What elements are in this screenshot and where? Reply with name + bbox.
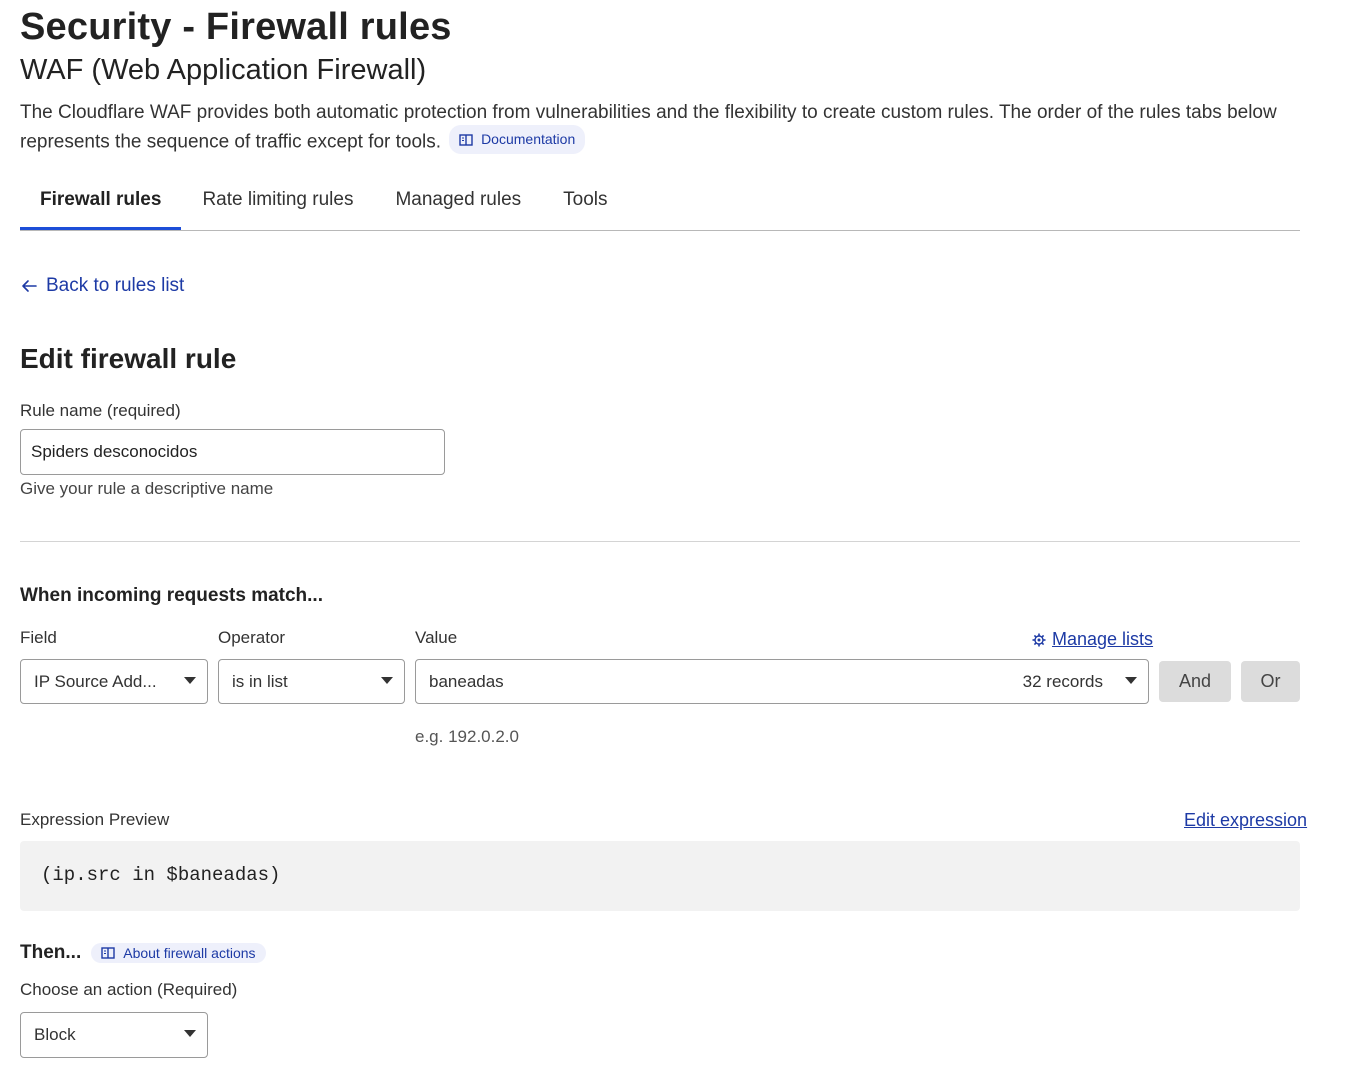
gear-icon [1032,633,1046,646]
description-text: The Cloudflare WAF provides both automat… [20,102,1277,153]
value-select-value: baneadas [429,671,504,691]
documentation-label: Documentation [481,131,576,147]
rule-name-input[interactable] [20,429,445,475]
action-select[interactable]: Block [20,1012,208,1058]
form-title: Edit firewall rule [20,343,237,374]
then-header: Then... About firewall actions [20,942,266,964]
value-select[interactable]: baneadas 32 records [415,659,1149,704]
page-subtitle: WAF (Web Application Firewall) [20,54,427,86]
edit-expression-link[interactable]: Edit expression [1184,810,1307,831]
manage-lists-link[interactable]: Manage lists [1032,629,1153,650]
chevron-down-icon [184,677,196,684]
documentation-link[interactable]: Documentation [449,125,586,154]
rule-name-label: Rule name (required) [20,401,181,420]
divider [20,541,1300,542]
book-icon [459,133,473,146]
value-hint: e.g. 192.0.2.0 [415,727,519,746]
operator-select[interactable]: is in list [218,659,405,704]
tab-firewall-rules[interactable]: Firewall rules [20,180,182,230]
expression-preview-label: Expression Preview [20,810,170,829]
field-label: Field [20,628,57,647]
chevron-down-icon [184,1030,196,1037]
value-label: Value [415,628,458,647]
tab-rate-limiting-rules[interactable]: Rate limiting rules [181,180,374,230]
action-select-value: Block [34,1025,76,1044]
about-firewall-actions-link[interactable]: About firewall actions [91,943,266,963]
page-title: Security - Firewall rules [20,6,452,48]
page-description: The Cloudflare WAF provides both automat… [20,100,1310,155]
chevron-down-icon [1125,677,1137,684]
action-label: Choose an action (Required) [20,980,238,999]
tab-tools[interactable]: Tools [542,180,628,230]
or-button[interactable]: Or [1241,661,1300,702]
book-icon [101,947,115,959]
and-button[interactable]: And [1159,661,1231,702]
operator-label: Operator [218,628,286,647]
about-firewall-actions-label: About firewall actions [123,945,256,961]
chevron-down-icon [381,677,393,684]
back-link-label: Back to rules list [46,275,185,296]
tab-managed-rules[interactable]: Managed rules [374,180,542,230]
back-to-rules-link[interactable]: Back to rules list [20,275,184,297]
field-select-value: IP Source Add... [34,671,157,691]
tab-bar: Firewall rules Rate limiting rules Manag… [20,180,1300,231]
then-heading: Then... [20,942,82,963]
match-heading: When incoming requests match... [20,585,323,606]
manage-lists-label: Manage lists [1052,629,1154,649]
value-record-count: 32 records [1022,671,1103,691]
rule-name-hint: Give your rule a descriptive name [20,479,274,498]
operator-select-value: is in list [232,671,288,691]
arrow-left-icon [22,280,37,292]
expression-preview: (ip.src in $baneadas) [20,841,1300,911]
field-select[interactable]: IP Source Add... [20,659,208,704]
